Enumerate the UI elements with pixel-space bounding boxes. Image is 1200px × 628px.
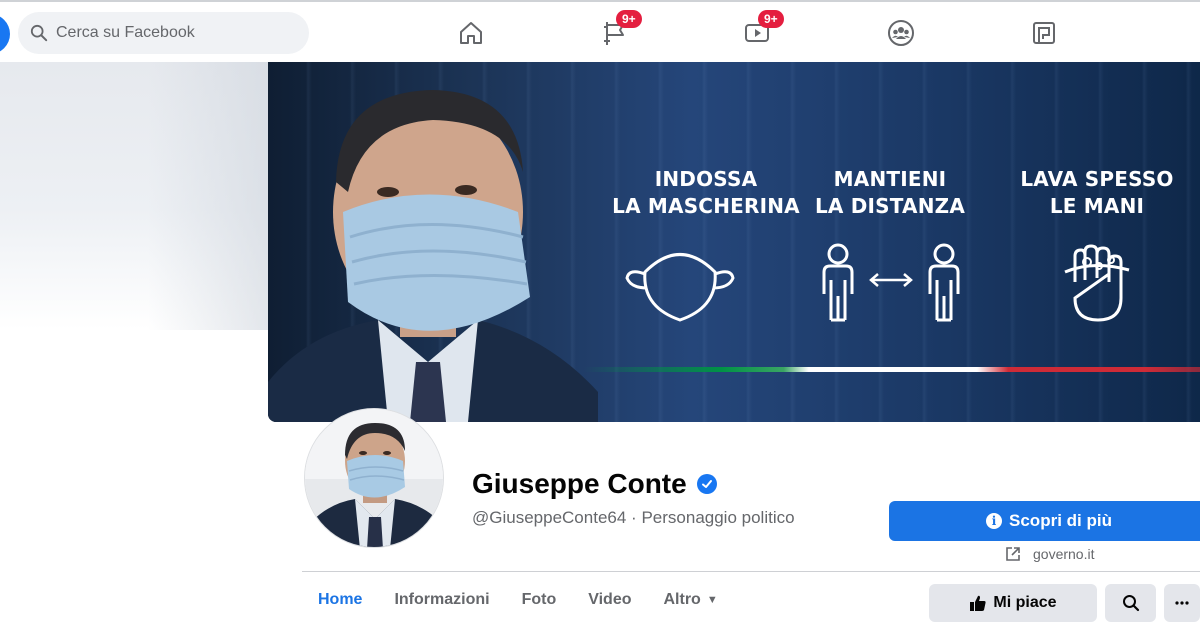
nav-home[interactable]	[454, 16, 488, 50]
avatar	[305, 409, 443, 547]
italian-flag-stripe	[584, 367, 1200, 372]
search-input[interactable]	[56, 24, 276, 42]
page-subtitle: @GiuseppeConte64 · Personaggio politico	[472, 508, 795, 528]
tab-foto[interactable]: Foto	[506, 572, 573, 628]
tab-altro-label: Altro	[663, 591, 701, 608]
tab-video-label: Video	[588, 591, 632, 608]
website-label: governo.it	[1033, 546, 1095, 562]
tab-altro[interactable]: Altro ▼	[648, 572, 734, 628]
tab-home[interactable]: Home	[302, 572, 378, 628]
like-button[interactable]: Mi piace	[929, 584, 1097, 622]
facebook-logo-icon[interactable]	[0, 14, 10, 54]
notification-badge: 9+	[758, 10, 784, 28]
home-icon	[460, 22, 482, 44]
notification-badge: 9+	[616, 10, 642, 28]
page-search-button[interactable]	[1105, 584, 1156, 622]
page-title: Giuseppe Conte	[472, 468, 687, 499]
tab-informazioni[interactable]: Informazioni	[378, 572, 505, 628]
learn-more-label: Scopri di più	[1009, 511, 1112, 530]
tip-mask-line1: INDOSSA	[654, 167, 758, 191]
tab-informazioni-label: Informazioni	[394, 591, 490, 608]
tip-mask-text: INDOSSA LA MASCHERINA	[606, 166, 806, 220]
nav-watch[interactable]: 9+	[740, 10, 784, 50]
top-navigation-bar: 9+ 9+	[0, 0, 1200, 62]
tab-foto-label: Foto	[521, 591, 557, 608]
nav-groups[interactable]	[884, 16, 918, 50]
social-distance-icon	[822, 243, 960, 322]
like-label: Mi piace	[993, 594, 1057, 611]
background-fade	[0, 62, 268, 330]
search-icon	[1122, 595, 1139, 612]
more-options-button[interactable]	[1164, 584, 1200, 622]
cover-photo[interactable]: INDOSSA LA MASCHERINA MANTIENI LA DISTAN…	[268, 62, 1200, 422]
tip-mask-line2: LA MASCHERINA	[612, 194, 800, 218]
nav-pages[interactable]: 9+	[598, 10, 642, 50]
page-category[interactable]: Personaggio politico	[641, 508, 794, 527]
face-mask-icon	[625, 253, 735, 322]
thumbs-up-icon	[970, 595, 987, 611]
caret-down-icon: ▼	[706, 594, 718, 606]
tip-distance-line1: MANTIENI	[833, 167, 947, 191]
verified-badge-icon	[697, 474, 717, 494]
tab-home-label: Home	[318, 591, 363, 608]
profile-picture[interactable]	[304, 408, 444, 548]
tip-handwash-text: LAVA SPESSO LE MANI	[997, 166, 1197, 220]
website-link[interactable]: governo.it	[1005, 546, 1094, 562]
nav-gaming[interactable]	[1027, 16, 1061, 50]
tab-video[interactable]: Video	[572, 572, 647, 628]
page-handle[interactable]: @GiuseppeConte64	[472, 508, 626, 527]
info-icon: i	[986, 513, 1003, 529]
more-icon	[1175, 601, 1189, 605]
separator-dot: ·	[631, 508, 637, 527]
gaming-icon	[1033, 22, 1055, 44]
search-icon	[30, 24, 48, 42]
page-tabs: Home Informazioni Foto Video Altro ▼	[302, 572, 734, 628]
tip-distance-text: MANTIENI LA DISTANZA	[790, 166, 990, 220]
groups-icon	[888, 20, 914, 46]
tip-distance-line2: LA DISTANZA	[814, 194, 966, 218]
tip-handwash-line2: LE MANI	[1049, 194, 1145, 218]
search-box[interactable]	[18, 12, 309, 54]
tip-handwash-line1: LAVA SPESSO	[1020, 167, 1174, 191]
cover-person-image	[268, 90, 598, 422]
external-link-icon	[1006, 547, 1020, 561]
learn-more-button[interactable]: i Scopri di più	[889, 501, 1200, 541]
hand-wash-icon	[1064, 244, 1130, 322]
